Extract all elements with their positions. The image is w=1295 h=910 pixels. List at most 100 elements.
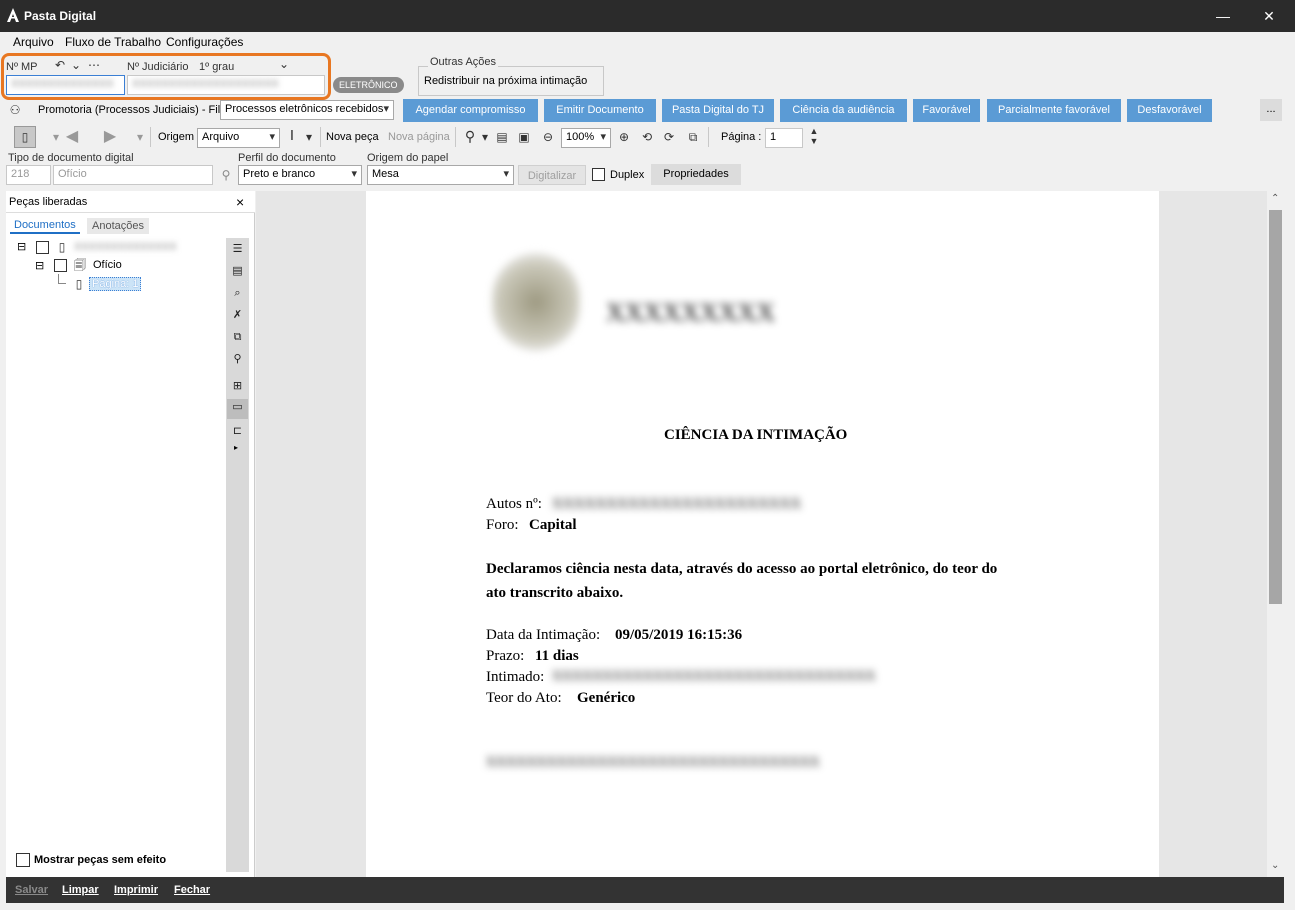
doc-profile-select[interactable]: Preto e branco <box>238 165 362 185</box>
tree-structure-icon[interactable]: ☰ <box>229 241 246 258</box>
list-view-icon[interactable]: ▤ <box>229 263 246 280</box>
zoom-dropdown-icon[interactable]: ▾ <box>477 129 493 145</box>
page-icon: ▯ <box>75 277 83 291</box>
print-button[interactable]: Imprimir <box>114 884 158 896</box>
doc-type-label: Tipo de documento digital <box>8 152 134 164</box>
doc-search-icon[interactable]: ⌕ <box>229 285 246 302</box>
search-icon[interactable]: ⚲ <box>218 167 234 183</box>
cursor-dropdown-icon[interactable]: ▾ <box>301 129 317 145</box>
scrollbar-thumb[interactable] <box>1269 210 1282 604</box>
page-label: Página : <box>721 131 762 143</box>
foro-label: Foro: <box>486 517 519 533</box>
menu-fluxo-de-trabalho[interactable]: Fluxo de Trabalho <box>65 35 161 49</box>
rotate-left-icon[interactable]: ⟲ <box>639 129 655 145</box>
separator <box>708 127 709 147</box>
autos-value: XXXXXXXXXXXXXXXXXXXXXXX <box>552 496 802 512</box>
prazo-value: 11 dias <box>535 648 579 664</box>
unfavorable-button[interactable]: Desfavorável <box>1127 99 1212 122</box>
teor-label: Teor do Ato: <box>486 690 562 706</box>
intimado-value: XXXXXXXXXXXXXXXXXXXXXXXXXXXXXXXX <box>552 669 876 684</box>
copy-icon[interactable]: ⧉ <box>229 329 246 346</box>
fit-width-icon[interactable]: ▤ <box>494 129 510 145</box>
nav-dropdown-right-icon[interactable]: ▾ <box>132 129 148 145</box>
next-icon[interactable]: ▶ <box>102 129 118 145</box>
favorable-button[interactable]: Favorável <box>913 99 980 122</box>
tab-documents[interactable]: Documentos <box>10 219 80 234</box>
zoom-out-icon[interactable]: ⊖ <box>540 129 556 145</box>
close-window-button[interactable]: ✕ <box>1246 0 1292 32</box>
show-no-effect-checkbox[interactable] <box>16 853 30 867</box>
schedule-appointment-button[interactable]: Agendar compromisso <box>403 99 538 122</box>
scroll-down-icon[interactable]: ⌄ <box>1271 860 1279 871</box>
root-item-label[interactable]: XXXXXXXXXXXXXX <box>74 241 177 253</box>
search-zoom-icon[interactable]: ⚲ <box>462 128 478 144</box>
page-item-label[interactable]: Página: 1 <box>89 277 142 291</box>
bottom-action-bar: Salvar Limpar Imprimir Fechar <box>6 877 1284 903</box>
close-button[interactable]: Fechar <box>174 884 210 896</box>
released-pieces-panel <box>6 191 255 877</box>
doc-profile-label: Perfil do documento <box>238 152 336 164</box>
new-page-button[interactable]: Nova página <box>388 131 450 143</box>
foro-value: Capital <box>529 517 577 533</box>
menu-bar: Arquivo Fluxo de Trabalho Configurações <box>0 32 1295 54</box>
queue-select[interactable]: Processos eletrônicos recebidos <box>220 100 394 120</box>
redistribute-link[interactable]: Redistribuir na próxima intimação <box>424 75 587 87</box>
doc-type-code-value: 218 <box>11 168 30 180</box>
doc-checkbox[interactable] <box>54 259 67 272</box>
more-actions-button[interactable]: ... <box>1260 99 1282 121</box>
paper-origin-select[interactable]: Mesa <box>367 165 514 185</box>
collapse-icon[interactable]: ⊟ <box>35 259 44 272</box>
separator <box>150 127 151 147</box>
collapse-icon[interactable]: ⊟ <box>17 240 26 253</box>
rotate-right-icon[interactable]: ⟳ <box>661 129 677 145</box>
save-button[interactable]: Salvar <box>15 884 48 896</box>
page-number-value: 1 <box>770 131 777 143</box>
doc-item-label[interactable]: Ofício <box>93 259 122 271</box>
doc-remove-icon[interactable]: ✗ <box>229 307 246 324</box>
minimize-button[interactable]: — <box>1200 0 1246 32</box>
close-panel-icon[interactable]: × <box>236 194 244 210</box>
page-down-icon[interactable]: ▼ <box>806 136 822 152</box>
duplex-label: Duplex <box>610 169 645 181</box>
document-heading: CIÊNCIA DA INTIMAÇÃO <box>664 427 848 443</box>
folder-doc-icon: ▯ <box>58 240 66 254</box>
clear-button[interactable]: Limpar <box>62 884 99 896</box>
nav-dropdown-left-icon[interactable]: ▾ <box>48 129 64 145</box>
hearing-acknowledgement-button[interactable]: Ciência da audiência <box>780 99 907 122</box>
new-piece-button[interactable]: Nova peça <box>326 131 379 143</box>
people-icon: ⚇ <box>9 103 21 117</box>
scroll-up-icon[interactable]: ⌃ <box>1271 193 1279 204</box>
page-mode-button[interactable]: ▯ <box>14 126 36 148</box>
scan-button[interactable]: Digitalizar <box>518 165 586 185</box>
tree-connector <box>58 274 66 284</box>
zoom-select[interactable]: 100% <box>561 128 611 148</box>
text-cursor-icon[interactable]: I <box>284 128 300 144</box>
footer-blurred-text: XXXXXXXXXXXXXXXXXXXXXXXXXXXXXXXXX <box>486 755 820 770</box>
page-select-icon[interactable]: ⧉ <box>685 129 701 145</box>
origin-value: Arquivo <box>202 131 240 143</box>
zoom-in-icon[interactable]: ⊕ <box>616 129 632 145</box>
separator <box>455 127 456 147</box>
emit-document-button[interactable]: Emitir Documento <box>544 99 656 122</box>
duplex-checkbox[interactable] <box>592 168 605 181</box>
flow-icon[interactable]: ⊏ <box>229 423 246 440</box>
doc-type-name-value: Ofício <box>58 168 87 180</box>
root-checkbox[interactable] <box>36 241 49 254</box>
tab-annotations[interactable]: Anotações <box>87 218 149 234</box>
properties-button[interactable]: Propriedades <box>651 164 741 185</box>
menu-arquivo[interactable]: Arquivo <box>13 35 54 49</box>
doc-type-name-input[interactable]: Ofício <box>53 165 213 185</box>
partially-favorable-button[interactable]: Parcialmente favorável <box>987 99 1121 122</box>
add-note-icon[interactable]: ⊞ <box>229 378 246 395</box>
note-icon[interactable]: ▭ <box>227 399 248 419</box>
user-search-icon[interactable]: ⚲ <box>229 351 246 368</box>
fit-page-icon[interactable]: ▣ <box>516 129 532 145</box>
previous-icon[interactable]: ◀ <box>64 129 80 145</box>
origin-select[interactable]: Arquivo <box>197 128 280 148</box>
expand-arrow-icon[interactable]: ▸ <box>234 443 238 452</box>
doc-type-code-input[interactable]: 218 <box>6 165 51 185</box>
page-number-input[interactable]: 1 <box>765 128 803 148</box>
tj-digital-folder-button[interactable]: Pasta Digital do TJ <box>662 99 774 122</box>
separator <box>320 127 321 147</box>
menu-configuracoes[interactable]: Configurações <box>166 35 243 49</box>
